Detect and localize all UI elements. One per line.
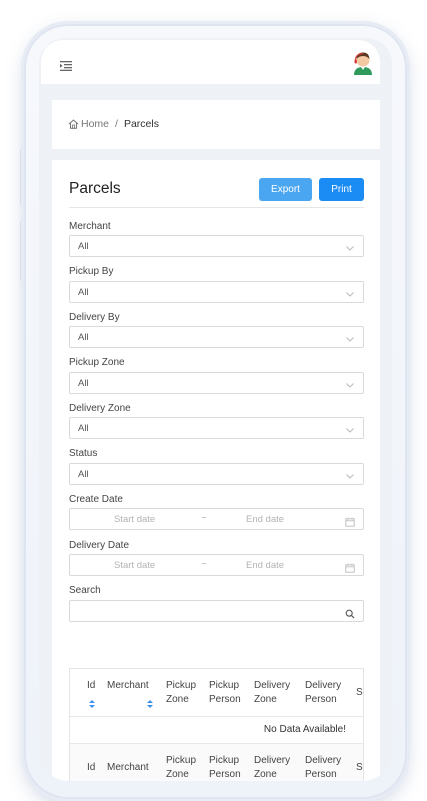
header-line: Person xyxy=(209,694,241,705)
export-button[interactable]: Export xyxy=(259,178,312,201)
delivery-date-start-input[interactable]: Start date xyxy=(114,560,155,571)
merchant-label: Merchant xyxy=(69,221,111,232)
column-header-delivery-person: Delivery Person xyxy=(305,679,341,707)
header-line: Pickup xyxy=(166,680,197,691)
status-select-value: All xyxy=(78,469,89,480)
search-input[interactable] xyxy=(69,600,364,622)
column-header-status: St xyxy=(356,687,363,698)
create-date-start-input[interactable]: Start date xyxy=(114,514,155,525)
calendar-icon xyxy=(345,560,355,573)
create-date-label: Create Date xyxy=(69,494,123,505)
page-title: Parcels xyxy=(69,180,121,197)
pickup-zone-label: Pickup Zone xyxy=(69,357,125,368)
footer-header-merchant: Merchant xyxy=(107,762,149,773)
parcels-card: Parcels Export Print Merchant All Pickup… xyxy=(52,160,380,781)
table-footer-header: Id Merchant Pickup Zone Pickup Person Deli… xyxy=(70,743,363,781)
breadcrumb-home-link[interactable]: Home xyxy=(81,118,109,130)
merchant-select[interactable]: All xyxy=(69,235,364,257)
pickup-by-select-value: All xyxy=(78,287,89,298)
chevron-down-icon xyxy=(345,286,355,297)
search-icon[interactable] xyxy=(345,606,355,619)
footer-header-pickup-person: Pickup Person xyxy=(209,754,241,781)
top-navbar xyxy=(41,40,380,84)
footer-header-pickup-zone: Pickup Zone xyxy=(166,754,196,781)
breadcrumb: Home / Parcels xyxy=(68,118,159,130)
header-line: Delivery xyxy=(305,755,342,766)
breadcrumb-bar: Home / Parcels xyxy=(52,100,380,149)
pickup-by-select[interactable]: All xyxy=(69,281,364,303)
chevron-down-icon xyxy=(345,331,355,342)
status-label: Status xyxy=(69,448,98,459)
delivery-date-range-picker[interactable]: Start date ~ End date xyxy=(69,554,364,576)
chevron-down-icon xyxy=(345,240,355,251)
breadcrumb-current: Parcels xyxy=(123,118,159,130)
app-screen: Home / Parcels Parcels Export Print Merc… xyxy=(39,38,392,781)
header-line: Zone xyxy=(254,694,277,705)
header-line: Pickup xyxy=(209,680,240,691)
delivery-date-label: Delivery Date xyxy=(69,540,130,551)
home-icon[interactable] xyxy=(68,119,79,129)
header-line: Pickup xyxy=(166,755,197,766)
chevron-down-icon xyxy=(345,468,355,479)
header-line: Delivery xyxy=(305,680,342,691)
footer-header-delivery-person: Delivery Person xyxy=(305,754,341,781)
delivery-zone-select-value: All xyxy=(78,423,89,434)
chevron-down-icon xyxy=(345,422,355,433)
delivery-by-label: Delivery By xyxy=(69,312,120,323)
pickup-zone-select[interactable]: All xyxy=(69,372,364,394)
delivery-zone-select[interactable]: All xyxy=(69,417,364,439)
merchant-select-value: All xyxy=(78,241,89,252)
date-range-separator: ~ xyxy=(201,513,207,524)
delivery-date-end-input[interactable]: End date xyxy=(246,560,284,571)
parcels-table: Id Merchant Pickup Zone Pickup Person Deli… xyxy=(69,668,364,781)
divider xyxy=(69,207,364,208)
print-button[interactable]: Print xyxy=(319,178,364,201)
delivery-by-select[interactable]: All xyxy=(69,326,364,348)
footer-header-delivery-zone: Delivery Zone xyxy=(254,754,290,781)
header-line: Person xyxy=(305,694,337,705)
table-header: Id Merchant Pickup Zone Pickup Person Deli… xyxy=(70,669,363,717)
avatar-icon[interactable] xyxy=(352,51,374,75)
create-date-end-input[interactable]: End date xyxy=(246,514,284,525)
delivery-zone-label: Delivery Zone xyxy=(69,403,131,414)
column-header-delivery-zone: Delivery Zone xyxy=(254,679,290,707)
status-select[interactable]: All xyxy=(69,463,364,485)
header-line: Delivery xyxy=(254,680,291,691)
create-date-range-picker[interactable]: Start date ~ End date xyxy=(69,508,364,530)
delivery-by-select-value: All xyxy=(78,332,89,343)
empty-state: No Data Available! xyxy=(263,724,346,735)
column-header-pickup-zone: Pickup Zone xyxy=(166,679,196,707)
column-header-merchant[interactable]: Merchant xyxy=(107,679,149,693)
pickup-zone-select-value: All xyxy=(78,378,89,389)
header-line: Person xyxy=(305,769,337,780)
column-header-id[interactable]: Id xyxy=(87,679,95,693)
header-line: Zone xyxy=(166,769,189,780)
pickup-by-label: Pickup By xyxy=(69,266,114,277)
header-line: Pickup xyxy=(209,755,240,766)
footer-header-id: Id xyxy=(87,762,96,773)
column-header-pickup-person: Pickup Person xyxy=(209,679,241,707)
date-range-separator: ~ xyxy=(201,559,207,570)
chevron-down-icon xyxy=(345,377,355,388)
header-line: Delivery xyxy=(254,755,291,766)
sort-icon[interactable] xyxy=(89,695,95,708)
breadcrumb-separator: / xyxy=(115,118,118,130)
footer-header-status: St xyxy=(356,762,363,773)
sort-icon[interactable] xyxy=(147,695,153,708)
header-line: Person xyxy=(209,769,241,780)
header-line: Zone xyxy=(254,769,277,780)
header-line: Zone xyxy=(166,694,189,705)
menu-unfold-icon[interactable] xyxy=(60,58,72,71)
calendar-icon xyxy=(345,514,355,527)
search-label: Search xyxy=(69,585,101,596)
